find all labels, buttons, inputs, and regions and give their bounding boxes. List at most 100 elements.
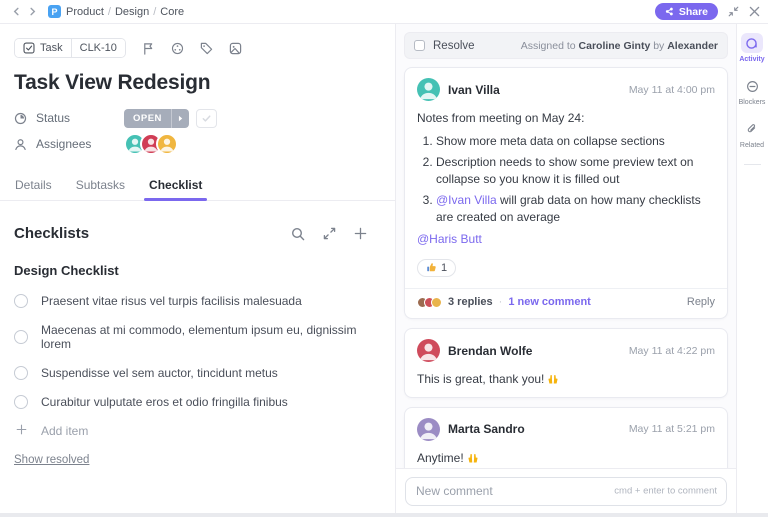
status-icon [14, 112, 27, 125]
status-badge[interactable]: OPEN [124, 108, 189, 128]
rail-item-related[interactable]: Related [740, 119, 764, 149]
new-comment-count[interactable]: 1 new comment [508, 296, 591, 308]
add-item-button[interactable]: Add item [0, 424, 395, 438]
user-mention[interactable]: @Haris Butt [417, 231, 715, 248]
breadcrumb: Product / Design / Core [66, 6, 184, 18]
comment-list: Show more meta data on collapse sections… [417, 133, 715, 226]
show-resolved-link[interactable]: Show resolved [14, 454, 89, 466]
assignees-field: Assignees [0, 131, 395, 157]
comment-thread: Ivan Villa May 11 at 4:00 pm Notes from … [396, 59, 736, 468]
search-icon[interactable] [291, 227, 305, 241]
add-checklist-icon[interactable] [354, 227, 367, 241]
avatar[interactable] [156, 133, 178, 155]
related-icon [741, 119, 763, 139]
assignee-avatars [124, 133, 178, 155]
rail-item-activity[interactable]: Activity [739, 33, 765, 63]
checklist-item: Curabitur vulputate eros et odio fringil… [0, 395, 395, 409]
checklist-item: Suspendisse vel sem auctor, tincidunt me… [0, 366, 395, 380]
rail-item-label: Related [739, 142, 765, 149]
rail-item-blockers[interactable]: Blockers [738, 76, 766, 106]
tag-icon[interactable] [200, 42, 213, 55]
comment-author: Marta Sandro [448, 422, 525, 437]
avatar[interactable] [417, 78, 440, 101]
back-button[interactable] [8, 4, 24, 20]
checklist-group-title[interactable]: Design Checklist [0, 263, 395, 278]
checklist-items: Praesent vitae risus vel turpis facilisi… [0, 294, 395, 409]
comment-body: This is great, thank you! [417, 371, 715, 388]
breadcrumb-list[interactable]: Core [160, 6, 184, 18]
tab-subtasks[interactable]: Subtasks [75, 172, 126, 200]
right-rail: Activity Blockers Related [736, 24, 767, 513]
dot-separator: · [498, 296, 503, 309]
expand-icon[interactable] [323, 227, 336, 241]
breadcrumb-folder[interactable]: Design [115, 6, 149, 18]
raising-hands-emoji [547, 373, 559, 385]
rail-item-label: Blockers [738, 99, 766, 106]
avatar[interactable] [417, 417, 440, 441]
comment-card: Brendan Wolfe May 11 at 4:22 pm This is … [404, 328, 728, 398]
comment-intro: Notes from meeting on May 24: [417, 111, 585, 125]
thumbs-up-reaction[interactable]: 1 [417, 258, 457, 277]
image-icon[interactable] [229, 42, 242, 55]
share-button-label: Share [678, 5, 708, 18]
task-tabs: Details Subtasks Checklist [0, 172, 395, 201]
checklist-item-label: Suspendisse vel sem auctor, tincidunt me… [41, 366, 278, 380]
checklist-item-label: Maecenas at mi commodo, elementum ipsum … [41, 323, 357, 351]
status-field: Status OPEN [0, 105, 395, 131]
reply-button[interactable]: Reply [687, 296, 715, 308]
assigned-assigner-name: Alexander [667, 39, 718, 52]
collapse-icon[interactable] [728, 6, 739, 17]
breadcrumb-separator: / [107, 5, 111, 18]
comment-author: Brendan Wolfe [448, 343, 533, 358]
share-button[interactable]: Share [654, 3, 718, 20]
comment-list-item: Description needs to show some preview t… [436, 154, 715, 189]
checklist-item-checkbox[interactable] [14, 395, 28, 409]
flag-icon[interactable] [142, 42, 155, 55]
comment-body: Anytime! [417, 450, 715, 467]
status-field-label: Status [36, 111, 71, 125]
assignee-icon [14, 138, 27, 151]
rail-divider [743, 164, 761, 165]
status-value: OPEN [133, 112, 162, 124]
avatar[interactable] [417, 339, 440, 363]
assignees-field-label: Assignees [36, 137, 92, 151]
checklist-item-checkbox[interactable] [14, 366, 28, 380]
checklist-item-checkbox[interactable] [14, 294, 28, 308]
comment-footer: 3 replies · 1 new comment Reply [405, 288, 727, 310]
tab-checklist[interactable]: Checklist [144, 172, 208, 201]
forward-button[interactable] [24, 4, 40, 20]
reaction-count: 1 [441, 261, 448, 274]
task-title[interactable]: Task View Redesign [0, 71, 395, 95]
checklist-item: Maecenas at mi commodo, elementum ipsum … [0, 323, 395, 351]
task-toolbar: Task CLK-10 [0, 38, 395, 58]
assigned-assignee-name: Caroline Ginty [578, 39, 651, 52]
space-badge-icon[interactable]: P [48, 5, 61, 18]
status-next-icon[interactable] [170, 108, 189, 128]
checklists-heading: Checklists [14, 225, 90, 242]
task-id-badge[interactable]: CLK-10 [70, 39, 125, 57]
resolve-checkbox[interactable] [414, 40, 425, 51]
comment-timestamp: May 11 at 4:00 pm [628, 83, 715, 96]
settings-icon[interactable] [171, 42, 184, 55]
task-type-label: Task [40, 42, 63, 54]
mark-complete-button[interactable] [195, 108, 217, 128]
assigned-text: Assigned to Caroline Ginty by Alexander [520, 39, 718, 52]
topbar: P Product / Design / Core Share [0, 0, 768, 24]
tab-details[interactable]: Details [14, 172, 53, 200]
task-type-button[interactable]: Task [15, 39, 71, 57]
user-mention[interactable]: @Ivan Villa [436, 193, 497, 207]
share-icon [665, 7, 673, 16]
task-detail-panel: Task CLK-10 Task View Redesign Status OP… [0, 24, 396, 513]
checklist-item-checkbox[interactable] [14, 330, 28, 344]
task-check-icon [23, 42, 35, 54]
task-view-window: P Product / Design / Core Share Task CLK… [0, 0, 768, 517]
checklist-item-label: Curabitur vulputate eros et odio fringil… [41, 395, 288, 409]
comments-panel: Resolve Assigned to Caroline Ginty by Al… [396, 24, 736, 513]
resolve-bar: Resolve Assigned to Caroline Ginty by Al… [404, 32, 728, 59]
comment-body: Notes from meeting on May 24: Show more … [417, 110, 715, 249]
close-icon[interactable] [749, 6, 760, 17]
blockers-icon [741, 76, 763, 96]
replies-count[interactable]: 3 replies [448, 296, 493, 308]
new-comment-input[interactable] [405, 476, 727, 506]
breadcrumb-space[interactable]: Product [66, 6, 104, 18]
